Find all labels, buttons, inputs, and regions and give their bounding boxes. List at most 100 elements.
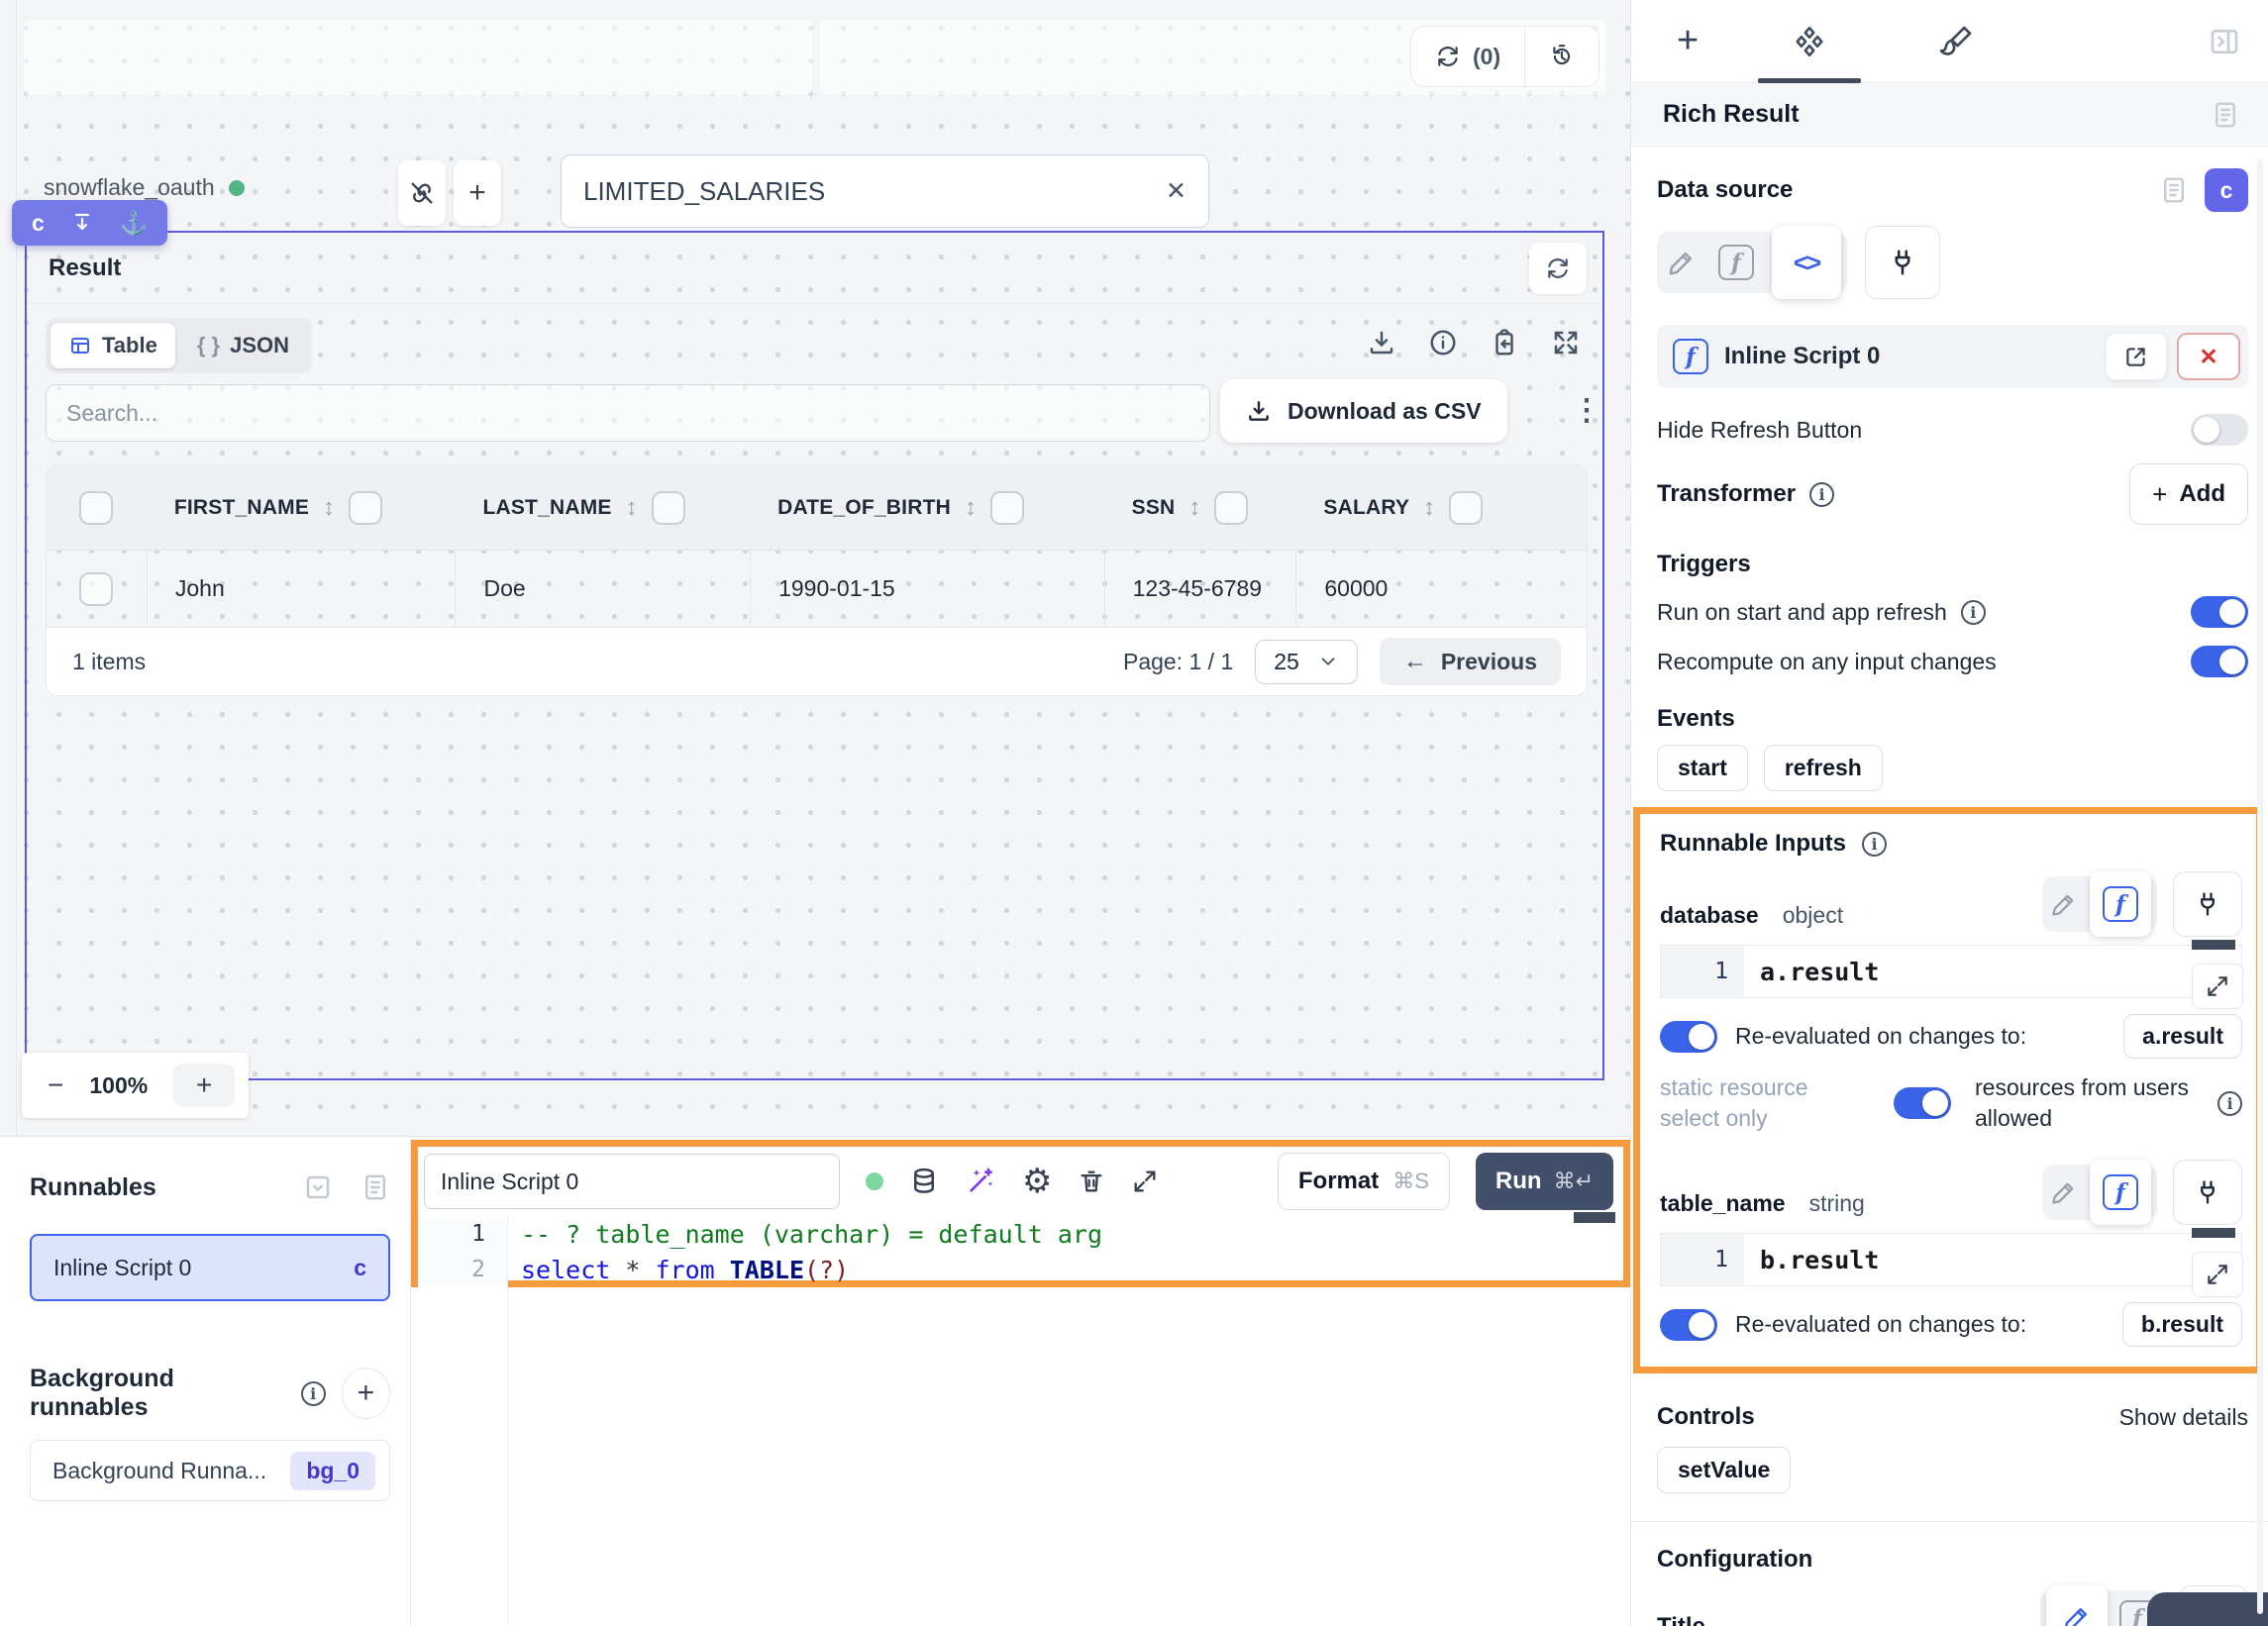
tab-json[interactable]: { } JSON [179, 323, 307, 368]
sort-icon[interactable] [1423, 494, 1435, 522]
control-chip-setvalue[interactable]: setValue [1657, 1447, 1791, 1493]
result-refresh-button[interactable] [1529, 243, 1587, 294]
sort-icon[interactable] [965, 494, 977, 522]
hide-refresh-toggle[interactable] [2191, 414, 2248, 446]
info-icon[interactable] [1961, 600, 1986, 625]
column-checkbox[interactable] [1214, 491, 1248, 525]
column-header[interactable]: SSN [1132, 496, 1176, 520]
column-header[interactable]: FIRST_NAME [174, 496, 309, 520]
expand-editor-button[interactable] [2192, 1252, 2243, 1297]
previous-page-button[interactable]: Previous [1380, 638, 1561, 685]
pencil-icon[interactable] [2050, 1178, 2078, 1206]
database-icon[interactable] [909, 1167, 939, 1196]
resources-from-users-toggle[interactable] [1894, 1087, 1951, 1119]
doc-icon[interactable] [2211, 100, 2240, 130]
doc-icon[interactable] [2159, 175, 2189, 205]
add-background-runnable-button[interactable]: + [342, 1368, 390, 1419]
pencil-icon[interactable] [1667, 248, 1697, 277]
script-name-input[interactable] [424, 1154, 840, 1209]
page-size-select[interactable]: 25 [1255, 640, 1358, 684]
runnable-item-inline-script-0[interactable]: Inline Script 0 c [30, 1234, 390, 1301]
column-checkbox[interactable] [990, 491, 1024, 525]
table-search-input[interactable] [66, 400, 1189, 427]
column-checkbox[interactable] [349, 491, 382, 525]
ai-wand-icon[interactable] [965, 1166, 996, 1197]
move-down-icon[interactable] [70, 211, 94, 235]
anchor-icon[interactable] [120, 210, 149, 237]
plug-connect-button[interactable] [2173, 871, 2242, 937]
info-icon[interactable] [1809, 482, 1834, 507]
code-mode-selected[interactable]: <> [1772, 226, 1841, 299]
function-mode-selected[interactable] [2090, 1160, 2151, 1225]
empty-component-slot[interactable] [24, 20, 812, 95]
add-transformer-button[interactable]: + Add [2129, 463, 2248, 525]
background-runnable-item[interactable]: Background Runna... bg_0 [30, 1440, 390, 1501]
show-details-link[interactable]: Show details [2119, 1404, 2248, 1431]
pencil-icon[interactable] [2050, 890, 2078, 918]
add-column-button[interactable]: + [454, 160, 501, 226]
unlink-button[interactable] [398, 160, 446, 226]
sql-code-area[interactable]: 1 -- ? table_name (varchar) = default ar… [418, 1216, 1623, 1287]
settings-gear-icon[interactable] [1022, 1162, 1052, 1201]
kebab-menu-icon[interactable] [1572, 393, 1601, 428]
pencil-mode-selected[interactable] [2046, 1585, 2108, 1626]
expand-editor-button[interactable] [2192, 964, 2243, 1009]
sort-icon[interactable] [1188, 494, 1200, 522]
tab-styling[interactable] [1938, 0, 1974, 83]
floating-corner-widget[interactable] [2147, 1592, 2268, 1626]
add-component-tab[interactable]: + [1677, 20, 1699, 62]
reeval-target-chip[interactable]: a.result [2123, 1014, 2242, 1059]
column-checkbox[interactable] [652, 491, 685, 525]
info-icon[interactable] [1862, 832, 1887, 857]
clear-icon[interactable] [1166, 176, 1186, 206]
zoom-out-button[interactable]: − [48, 1069, 63, 1101]
info-icon[interactable] [2217, 1091, 2242, 1116]
column-header[interactable]: DATE_OF_BIRTH [777, 496, 951, 520]
reeval-toggle[interactable] [1660, 1309, 1717, 1341]
recompute-toggle[interactable] [2191, 646, 2248, 677]
rich-result-component[interactable]: Result Table { } JSON [25, 231, 1604, 1080]
run-button[interactable]: Run ⌘↵ [1476, 1153, 1613, 1210]
format-button[interactable]: Format ⌘S [1278, 1153, 1450, 1210]
reeval-target-chip[interactable]: b.result [2122, 1302, 2242, 1347]
collapse-box-icon[interactable] [303, 1172, 333, 1202]
column-header[interactable]: SALARY [1323, 496, 1409, 520]
tab-table[interactable]: Table [51, 323, 175, 368]
download-icon[interactable] [1367, 328, 1396, 357]
select-all-checkbox[interactable] [79, 491, 113, 525]
zoom-in-button[interactable]: + [173, 1064, 235, 1107]
event-chip-refresh[interactable]: refresh [1764, 745, 1883, 791]
remove-script-button[interactable] [2177, 333, 2240, 380]
function-icon[interactable] [1718, 245, 1754, 280]
inline-script-row[interactable]: Inline Script 0 [1657, 325, 2248, 388]
info-icon[interactable] [1428, 328, 1458, 357]
open-external-button[interactable] [2106, 333, 2167, 380]
table-name-expression-editor[interactable]: 1 b.result [1660, 1233, 2242, 1286]
table-row[interactable]: John Doe 1990-01-15 123-45-6789 60000 [47, 551, 1587, 628]
run-on-start-toggle[interactable] [2191, 596, 2248, 628]
sort-icon[interactable] [626, 494, 638, 522]
plug-connect-button[interactable] [2173, 1160, 2242, 1225]
event-chip-start[interactable]: start [1657, 745, 1748, 791]
app-refresh-button[interactable]: (0) [1411, 27, 1524, 86]
trash-icon[interactable] [1078, 1168, 1105, 1195]
reeval-toggle[interactable] [1660, 1021, 1717, 1053]
sort-icon[interactable] [323, 494, 335, 522]
clipboard-import-icon[interactable] [1490, 328, 1519, 357]
collapse-panel-icon[interactable] [2209, 0, 2240, 83]
column-header[interactable]: LAST_NAME [482, 496, 611, 520]
expand-diagonal-icon[interactable] [1131, 1168, 1159, 1195]
list-doc-icon[interactable] [361, 1172, 390, 1202]
app-canvas[interactable]: (0) snowflake_oauth c + [0, 0, 1630, 1136]
function-mode-selected[interactable] [2090, 871, 2151, 937]
table-select-input[interactable] [583, 176, 1166, 207]
column-checkbox[interactable] [1449, 491, 1483, 525]
plug-connect-button[interactable] [1865, 226, 1940, 299]
info-icon[interactable] [301, 1381, 326, 1406]
tab-components[interactable] [1792, 0, 1827, 83]
database-expression-editor[interactable]: 1 a.result [1660, 945, 2242, 998]
row-checkbox[interactable] [79, 572, 113, 606]
app-history-button[interactable] [1524, 27, 1598, 86]
download-csv-button[interactable]: Download as CSV [1220, 379, 1507, 443]
expand-icon[interactable] [1551, 328, 1581, 357]
